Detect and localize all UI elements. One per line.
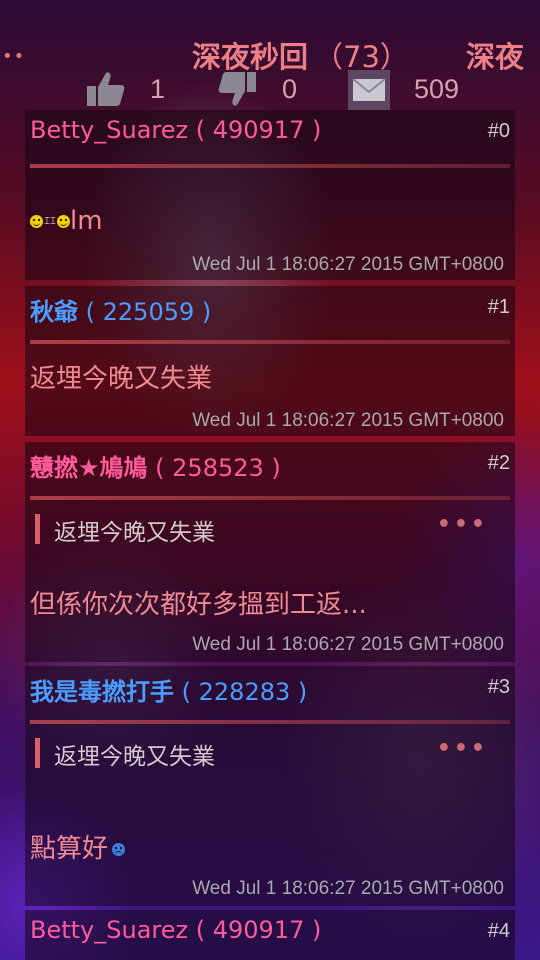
post-username[interactable]: 秋爺 ( 225059 ) [30, 292, 211, 327]
user-id: ( 490917 ) [195, 116, 322, 144]
expand-quote-icon[interactable]: ••• [437, 736, 488, 761]
mail-icon[interactable] [348, 70, 390, 110]
post-item[interactable]: 我是毒撚打手 ( 228283 ) #3 返埋今晚又失業 ••• 點算好 Wed… [25, 666, 515, 906]
quote-bar [35, 738, 40, 768]
post-timestamp: Wed Jul 1 18:06:27 2015 GMT+0800 [192, 634, 504, 655]
username-text: 戇撚★鳩鳩 [30, 454, 148, 482]
post-floor-number: #4 [487, 920, 510, 942]
menu-dots-icon[interactable]: •• [2, 46, 25, 67]
post-divider [30, 340, 510, 344]
topic-header: •• 深夜秒回 （73） 深夜 1 0 509 [0, 0, 540, 110]
username-text: 我是毒撚打手 [30, 678, 174, 706]
post-username[interactable]: Betty_Suarez ( 490917 ) [30, 916, 321, 944]
thumbs-down-icon[interactable] [218, 70, 258, 112]
post-content: ⌶⌶ lm [30, 206, 103, 236]
post-divider [30, 720, 510, 724]
post-content: 但係你次次都好多搵到工返... [30, 590, 367, 620]
username-text: 秋爺 [30, 298, 78, 326]
topic-title-text: 深夜秒回 [192, 40, 309, 74]
post-floor-number: #3 [487, 676, 510, 698]
expand-quote-icon[interactable]: ••• [437, 512, 488, 537]
user-id: ( 228283 ) [181, 678, 308, 706]
quoted-reply[interactable]: 返埋今晚又失業 ••• [35, 512, 510, 548]
quote-bar [35, 514, 40, 544]
post-header: 戇撚★鳩鳩 ( 258523 ) #2 [25, 442, 515, 488]
topic-stats: 1 0 509 [0, 70, 540, 110]
user-id: ( 490917 ) [195, 916, 322, 944]
post-item[interactable]: Betty_Suarez ( 490917 ) #0 ⌶⌶ lm Wed Jul … [25, 110, 515, 280]
user-id: ( 258523 ) [155, 454, 281, 482]
emoticon-icon: ⌶⌶ [44, 216, 56, 227]
post-header: 我是毒撚打手 ( 228283 ) #3 [25, 666, 515, 712]
quote-text: 返埋今晚又失業 [54, 744, 215, 770]
post-username[interactable]: 戇撚★鳩鳩 ( 258523 ) [30, 448, 281, 483]
topic-reply-count: （73） [314, 40, 409, 74]
post-header: Betty_Suarez ( 490917 ) #4 [25, 910, 515, 956]
post-content: 返埋今晚又失業 [30, 364, 213, 394]
post-content: 點算好 [30, 828, 126, 865]
post-username[interactable]: 我是毒撚打手 ( 228283 ) [30, 672, 307, 707]
post-floor-number: #0 [487, 120, 510, 142]
like-count: 1 [150, 74, 166, 104]
post-divider [30, 496, 510, 500]
post-floor-number: #2 [487, 452, 510, 474]
dislike-count: 0 [282, 74, 298, 104]
post-header: Betty_Suarez ( 490917 ) #0 [25, 110, 515, 156]
smiley-emoji-icon [57, 215, 70, 228]
quoted-reply[interactable]: 返埋今晚又失業 ••• [35, 736, 510, 772]
post-timestamp: Wed Jul 1 18:06:27 2015 GMT+0800 [192, 878, 504, 899]
post-timestamp: Wed Jul 1 18:06:27 2015 GMT+0800 [192, 254, 504, 275]
post-content-text: lm [70, 206, 103, 236]
username-text: Betty_Suarez [30, 116, 189, 144]
quote-text: 返埋今晚又失業 [54, 520, 215, 546]
message-count: 509 [414, 74, 460, 104]
post-item[interactable]: 戇撚★鳩鳩 ( 258523 ) #2 返埋今晚又失業 ••• 但係你次次都好多… [25, 442, 515, 662]
post-content-text: 點算好 [30, 834, 109, 864]
username-text: Betty_Suarez [30, 916, 189, 944]
user-id: ( 225059 ) [85, 298, 212, 326]
post-timestamp: Wed Jul 1 18:06:27 2015 GMT+0800 [192, 410, 504, 431]
post-header: 秋爺 ( 225059 ) #1 [25, 286, 515, 332]
sad-emoji-icon [112, 843, 126, 856]
post-item[interactable]: Betty_Suarez ( 490917 ) #4 [25, 910, 515, 960]
post-username[interactable]: Betty_Suarez ( 490917 ) [30, 116, 321, 144]
post-divider [30, 164, 510, 168]
post-item[interactable]: 秋爺 ( 225059 ) #1 返埋今晚又失業 Wed Jul 1 18:06… [25, 286, 515, 436]
post-floor-number: #1 [487, 296, 510, 318]
smiley-emoji-icon [30, 215, 43, 228]
thumbs-up-icon[interactable] [86, 70, 126, 112]
